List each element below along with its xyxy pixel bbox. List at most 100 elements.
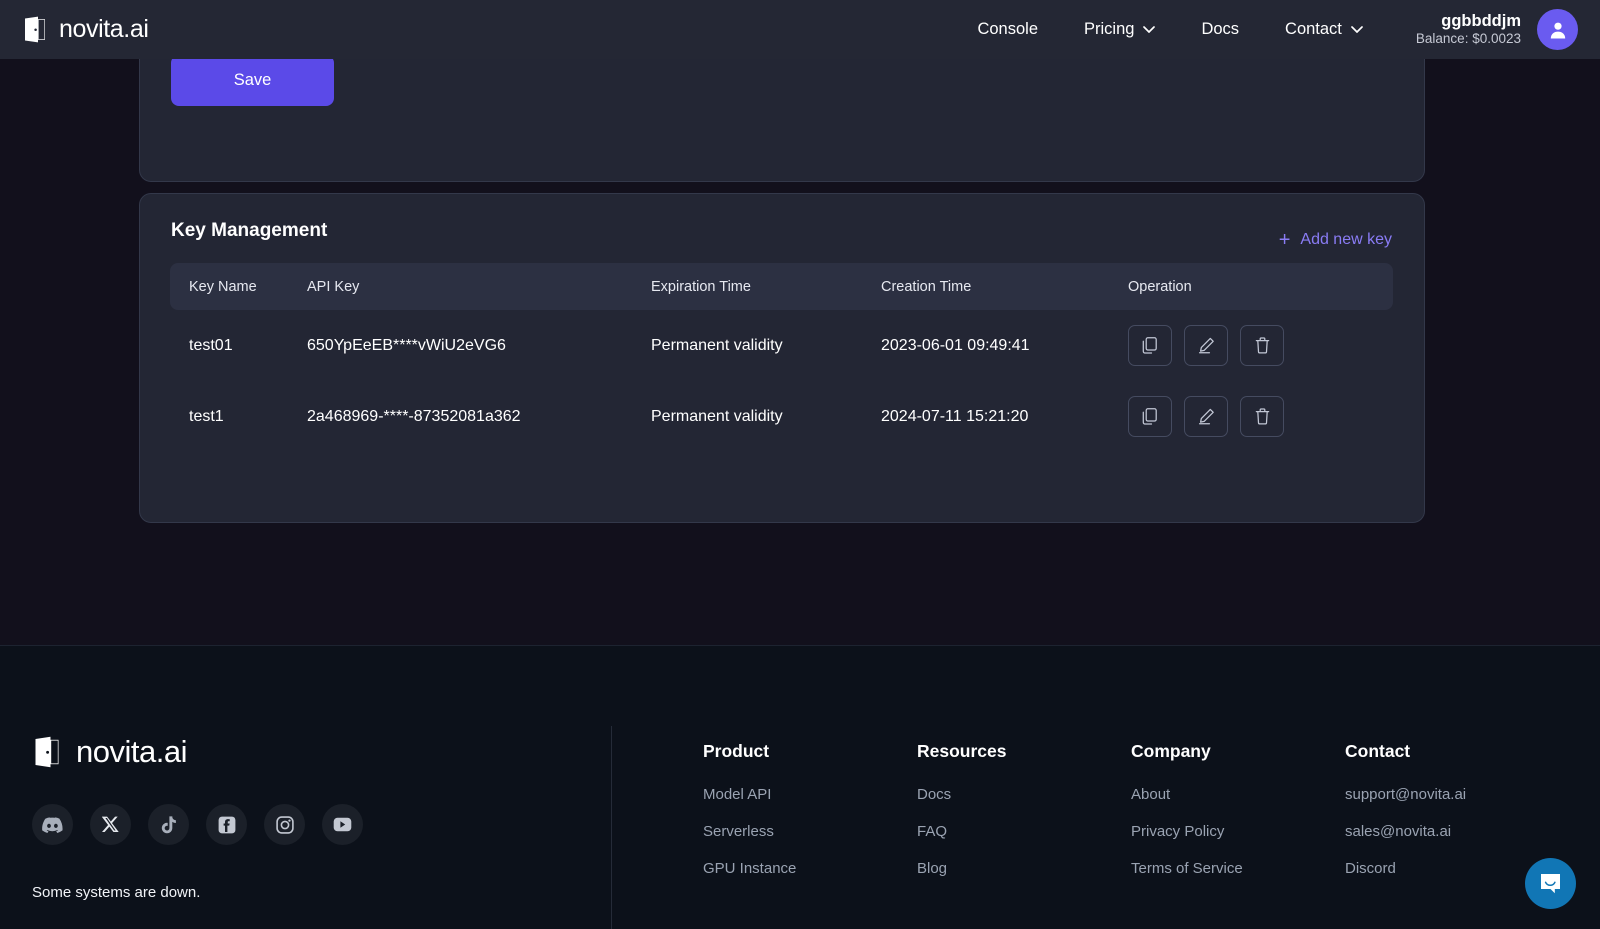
api-keys-table: Key Name API Key Expiration Time Creatio… xyxy=(170,263,1393,452)
column-header-key-name: Key Name xyxy=(170,279,307,295)
column-header-api-key: API Key xyxy=(307,279,651,295)
page-root: novita.ai Console Pricing Docs Contact xyxy=(0,0,1600,929)
footer-link[interactable]: Model API xyxy=(703,786,917,803)
discord-link[interactable] xyxy=(32,804,73,845)
discord-icon xyxy=(42,817,63,833)
footer-link[interactable]: FAQ xyxy=(917,823,1131,840)
delete-key-button[interactable] xyxy=(1240,396,1284,437)
key-management-card: Key Management + Add new key Key Name AP… xyxy=(139,193,1425,523)
youtube-link[interactable] xyxy=(322,804,363,845)
copy-icon xyxy=(1142,408,1158,425)
instagram-link[interactable] xyxy=(264,804,305,845)
account-area[interactable]: ggbbddjm Balance: $0.0023 xyxy=(1416,9,1578,50)
copy-key-button[interactable] xyxy=(1128,396,1172,437)
footer-link[interactable]: sales@novita.ai xyxy=(1345,823,1559,840)
footer-column-title: Product xyxy=(703,741,917,762)
chat-bubble-icon xyxy=(1538,871,1563,896)
cell-key-name: test1 xyxy=(170,408,307,426)
edit-icon xyxy=(1198,337,1215,354)
chevron-down-icon xyxy=(1143,26,1155,33)
page-title: Key Management xyxy=(171,220,327,242)
avatar[interactable] xyxy=(1537,9,1578,50)
cell-operations xyxy=(1126,396,1393,437)
footer-column-company: Company About Privacy Policy Terms of Se… xyxy=(1131,741,1345,897)
footer-link[interactable]: support@novita.ai xyxy=(1345,786,1559,803)
add-new-key-label: Add new key xyxy=(1300,231,1392,249)
nav-right-group: Console Pricing Docs Contact ggbbddjm xyxy=(954,9,1578,50)
nav-item-pricing-label: Pricing xyxy=(1084,20,1134,39)
facebook-link[interactable] xyxy=(206,804,247,845)
footer-link[interactable]: Blog xyxy=(917,860,1131,877)
top-navigation-bar: novita.ai Console Pricing Docs Contact xyxy=(0,0,1600,59)
account-username: ggbbddjm xyxy=(1416,11,1521,32)
nav-item-contact[interactable]: Contact xyxy=(1262,20,1386,39)
footer-link[interactable]: Serverless xyxy=(703,823,917,840)
save-button[interactable]: Save xyxy=(171,55,334,106)
cell-api-key: 650YpEeEB****vWiU2eVG6 xyxy=(307,337,651,355)
cell-key-name: test01 xyxy=(170,337,307,355)
add-new-key-button[interactable]: + Add new key xyxy=(1279,230,1392,250)
social-links xyxy=(32,804,592,845)
nav-item-console-label: Console xyxy=(977,20,1038,39)
instagram-icon xyxy=(276,816,294,834)
cell-expiration-time: Permanent validity xyxy=(651,337,881,355)
footer-brand-name: novita.ai xyxy=(76,734,187,770)
delete-icon xyxy=(1255,408,1270,425)
brand-logo[interactable]: novita.ai xyxy=(22,15,149,44)
account-text: ggbbddjm Balance: $0.0023 xyxy=(1416,11,1521,49)
nav-item-contact-label: Contact xyxy=(1285,20,1342,39)
plus-icon: + xyxy=(1279,230,1291,250)
nav-item-docs[interactable]: Docs xyxy=(1178,20,1262,39)
user-avatar-icon xyxy=(1547,19,1569,41)
tiktok-link[interactable] xyxy=(148,804,189,845)
nav-item-console[interactable]: Console xyxy=(954,20,1061,39)
intercom-chat-launcher[interactable] xyxy=(1525,858,1576,909)
edit-icon xyxy=(1198,408,1215,425)
footer-column-resources: Resources Docs FAQ Blog xyxy=(917,741,1131,897)
footer-link[interactable]: Privacy Policy xyxy=(1131,823,1345,840)
edit-key-button[interactable] xyxy=(1184,325,1228,366)
table-header-row: Key Name API Key Expiration Time Creatio… xyxy=(170,263,1393,310)
delete-icon xyxy=(1255,337,1270,354)
footer-column-title: Contact xyxy=(1345,741,1559,762)
chevron-down-icon xyxy=(1351,26,1363,33)
main-content: Save Key Management + Add new key Key Na… xyxy=(0,59,1600,645)
table-row: test01 650YpEeEB****vWiU2eVG6 Permanent … xyxy=(170,310,1393,381)
footer-link[interactable]: GPU Instance xyxy=(703,860,917,877)
column-header-creation-time: Creation Time xyxy=(881,279,1126,295)
footer-column-title: Company xyxy=(1131,741,1345,762)
nav-item-docs-label: Docs xyxy=(1201,20,1239,39)
x-twitter-icon xyxy=(102,816,119,833)
system-status-text: Some systems are down. xyxy=(32,884,592,901)
account-balance: Balance: $0.0023 xyxy=(1416,31,1521,48)
copy-key-button[interactable] xyxy=(1128,325,1172,366)
youtube-icon xyxy=(333,817,352,832)
footer-column-title: Resources xyxy=(917,741,1131,762)
cell-operations xyxy=(1126,325,1393,366)
footer-link-columns: Product Model API Serverless GPU Instanc… xyxy=(703,741,1559,897)
column-header-expiration-time: Expiration Time xyxy=(651,279,881,295)
nav-item-pricing[interactable]: Pricing xyxy=(1061,20,1178,39)
table-row: test1 2a468969-****-87352081a362 Permane… xyxy=(170,381,1393,452)
door-logo-icon xyxy=(32,736,62,768)
footer-brand-logo[interactable]: novita.ai xyxy=(32,734,592,770)
column-header-operation: Operation xyxy=(1126,279,1393,295)
site-footer: novita.ai xyxy=(0,645,1600,929)
edit-key-button[interactable] xyxy=(1184,396,1228,437)
footer-column-product: Product Model API Serverless GPU Instanc… xyxy=(703,741,917,897)
cell-expiration-time: Permanent validity xyxy=(651,408,881,426)
cell-api-key: 2a468969-****-87352081a362 xyxy=(307,408,651,426)
footer-divider xyxy=(611,726,612,929)
brand-name: novita.ai xyxy=(59,15,149,44)
footer-link[interactable]: Docs xyxy=(917,786,1131,803)
footer-link[interactable]: About xyxy=(1131,786,1345,803)
footer-link[interactable]: Terms of Service xyxy=(1131,860,1345,877)
facebook-icon xyxy=(218,816,236,834)
cell-creation-time: 2023-06-01 09:49:41 xyxy=(881,337,1126,355)
door-logo-icon xyxy=(22,16,48,43)
delete-key-button[interactable] xyxy=(1240,325,1284,366)
copy-icon xyxy=(1142,337,1158,354)
x-twitter-link[interactable] xyxy=(90,804,131,845)
footer-left-column: novita.ai xyxy=(32,734,592,901)
cell-creation-time: 2024-07-11 15:21:20 xyxy=(881,408,1126,426)
